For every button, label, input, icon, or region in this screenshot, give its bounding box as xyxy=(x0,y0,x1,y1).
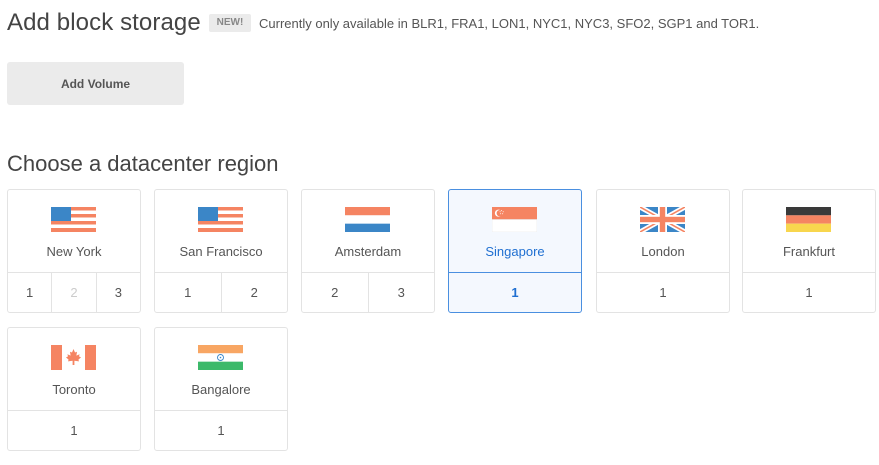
datacenter-option[interactable]: 1 xyxy=(743,273,875,312)
region-card-amsterdam[interactable]: Amsterdam 2 3 xyxy=(301,189,435,313)
datacenter-row: 2 3 xyxy=(302,272,434,312)
region-city-label: San Francisco xyxy=(179,244,263,259)
region-city-label: Singapore xyxy=(485,244,545,259)
us-flag-icon xyxy=(198,207,243,232)
region-card-london[interactable]: London 1 xyxy=(596,189,730,313)
datacenter-option[interactable]: 3 xyxy=(95,273,140,312)
datacenter-row: 1 xyxy=(743,272,875,312)
datacenter-option[interactable]: 1 xyxy=(8,273,51,312)
in-flag-icon xyxy=(198,345,243,370)
datacenter-option-selected[interactable]: 1 xyxy=(449,273,581,312)
region-card-san-francisco[interactable]: San Francisco 1 2 xyxy=(154,189,288,313)
region-city-label: Bangalore xyxy=(191,382,251,397)
datacenter-row: 1 xyxy=(8,410,140,450)
region-city-label: New York xyxy=(46,244,102,259)
datacenter-option[interactable]: 3 xyxy=(367,273,435,312)
datacenter-option[interactable]: 1 xyxy=(155,273,221,312)
datacenter-row: 1 xyxy=(155,410,287,450)
datacenter-row: 1 xyxy=(597,272,729,312)
datacenter-option[interactable]: 2 xyxy=(220,273,288,312)
datacenter-row: 1 2 xyxy=(155,272,287,312)
us-flag-icon xyxy=(51,207,96,232)
region-card-new-york[interactable]: New York 1 2 3 xyxy=(7,189,141,313)
region-city-label: Frankfurt xyxy=(782,244,835,259)
region-city-label: Amsterdam xyxy=(334,244,402,259)
sg-flag-icon xyxy=(492,207,537,232)
ca-flag-icon xyxy=(51,345,96,370)
datacenter-row: 1 2 3 xyxy=(8,272,140,312)
datacenter-option[interactable]: 1 xyxy=(8,411,140,450)
de-flag-icon xyxy=(786,207,831,232)
page-title: Add block storage xyxy=(7,9,201,36)
uk-flag-icon xyxy=(640,207,685,232)
availability-note: Currently only available in BLR1, FRA1, … xyxy=(259,16,760,31)
new-badge: NEW! xyxy=(209,14,251,32)
nl-flag-icon xyxy=(345,207,390,232)
region-card-toronto[interactable]: Toronto 1 xyxy=(7,327,141,451)
add-volume-button[interactable]: Add Volume xyxy=(7,62,184,105)
region-city-label: London xyxy=(641,244,685,259)
region-section-title: Choose a datacenter region xyxy=(7,151,279,176)
datacenter-row: 1 xyxy=(449,272,581,312)
datacenter-option[interactable]: 1 xyxy=(597,273,729,312)
region-city-label: Toronto xyxy=(52,382,96,397)
region-card-frankfurt[interactable]: Frankfurt 1 xyxy=(742,189,876,313)
datacenter-option[interactable]: 1 xyxy=(155,411,287,450)
region-card-bangalore[interactable]: Bangalore 1 xyxy=(154,327,288,451)
datacenter-option[interactable]: 2 xyxy=(302,273,368,312)
datacenter-option-disabled: 2 xyxy=(51,273,95,312)
region-card-singapore[interactable]: Singapore 1 xyxy=(448,189,582,313)
